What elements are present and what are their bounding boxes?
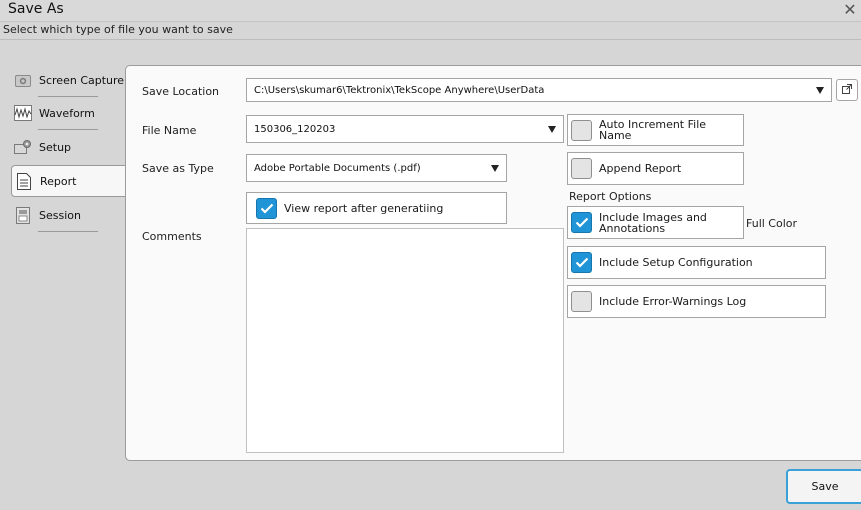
checkbox-checked[interactable]	[571, 212, 592, 233]
view-report-checkbox[interactable]: View report after generatiing	[246, 192, 507, 224]
window-title: Save As	[8, 1, 64, 17]
camera-icon	[14, 71, 32, 89]
include-errors-checkbox[interactable]: Include Error-Warnings Log	[567, 285, 826, 318]
checkbox-unchecked[interactable]	[571, 158, 592, 179]
file-name-field[interactable]: 150306_120203	[246, 115, 564, 143]
include-images-label: Include Images and Annotations	[599, 212, 707, 234]
divider	[0, 39, 861, 40]
append-report-checkbox[interactable]: Append Report	[567, 152, 744, 185]
chevron-down-icon	[816, 86, 824, 94]
session-icon	[14, 206, 32, 224]
include-images-checkbox[interactable]: Include Images and Annotations	[567, 206, 744, 239]
chevron-down-icon	[491, 164, 499, 172]
sidebar-item-label: Waveform	[39, 106, 95, 120]
save-location-dropdown[interactable]: C:\Users\skumar6\Tektronix\TekScope Anyw…	[246, 78, 832, 102]
chevron-down-icon	[548, 125, 556, 133]
comments-textarea[interactable]	[246, 228, 564, 453]
include-setup-checkbox[interactable]: Include Setup Configuration	[567, 246, 826, 279]
instruction-text: Select which type of file you want to sa…	[3, 23, 233, 36]
sidebar-item-setup[interactable]: Setup	[11, 132, 126, 162]
browse-folder-button[interactable]	[836, 79, 858, 101]
checkbox-unchecked[interactable]	[571, 291, 592, 312]
auto-increment-checkbox[interactable]: Auto Increment File Name	[567, 114, 744, 146]
sidebar-item-label: Setup	[39, 140, 72, 154]
auto-increment-label: Auto Increment File Name	[599, 119, 706, 141]
auto-increment-label-line2: Name	[599, 129, 632, 142]
include-setup-label: Include Setup Configuration	[599, 256, 753, 269]
checkmark-icon	[575, 217, 588, 228]
title-bar	[0, 0, 861, 22]
view-report-label: View report after generatiing	[284, 201, 444, 215]
sidebar-item-label: Screen Capture	[39, 73, 125, 87]
include-errors-label: Include Error-Warnings Log	[599, 295, 747, 308]
checkbox-checked[interactable]	[256, 197, 277, 219]
file-name-label: File Name	[142, 124, 197, 137]
divider	[38, 231, 98, 232]
full-color-label[interactable]: Full Color	[746, 217, 797, 230]
sidebar-item-label: Session	[39, 208, 81, 222]
save-button[interactable]: Save	[786, 469, 861, 504]
divider	[38, 96, 98, 97]
sidebar-item-label: Report	[40, 174, 77, 188]
sidebar-item-screen-capture[interactable]: Screen Capture	[11, 65, 126, 97]
external-link-icon	[842, 83, 852, 97]
append-report-label: Append Report	[599, 162, 682, 175]
save-as-type-label: Save as Type	[142, 162, 214, 175]
checkmark-icon	[260, 203, 273, 214]
checkbox-unchecked[interactable]	[571, 119, 592, 141]
sidebar-item-report[interactable]: Report	[11, 165, 127, 197]
divider	[38, 129, 98, 130]
save-as-type-dropdown[interactable]: Adobe Portable Documents (.pdf)	[246, 154, 507, 182]
close-icon[interactable]: ✕	[841, 0, 859, 20]
document-icon	[15, 172, 33, 190]
sidebar-item-session[interactable]: Session	[11, 200, 126, 232]
comments-label: Comments	[142, 230, 202, 243]
checkbox-checked[interactable]	[571, 252, 592, 273]
save-location-label: Save Location	[142, 85, 220, 98]
include-images-label-line2: Annotations	[599, 221, 666, 235]
report-options-heading: Report Options	[569, 190, 652, 203]
setup-icon	[14, 138, 32, 156]
waveform-icon	[14, 104, 32, 122]
checkmark-icon	[575, 257, 588, 268]
sidebar-item-waveform[interactable]: Waveform	[11, 98, 126, 130]
save-location-value: C:\Users\skumar6\Tektronix\TekScope Anyw…	[254, 84, 545, 96]
save-as-type-value: Adobe Portable Documents (.pdf)	[254, 162, 421, 174]
file-name-value: 150306_120203	[254, 123, 336, 135]
